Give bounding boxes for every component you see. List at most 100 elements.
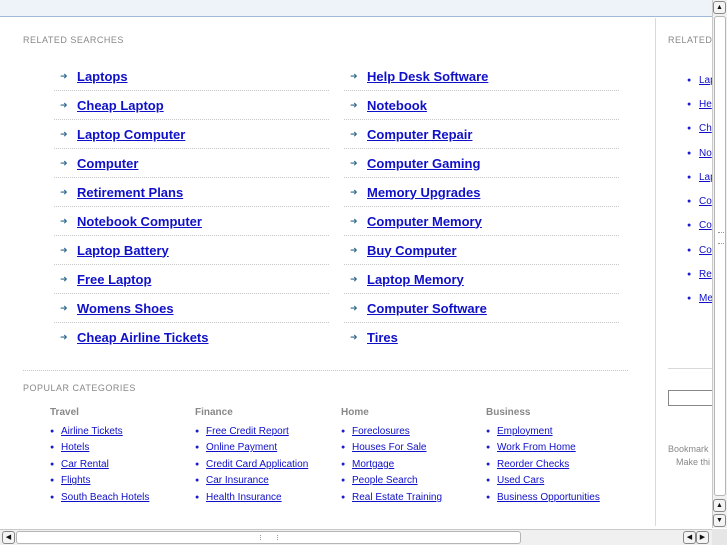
related-search-link[interactable]: Buy Computer [367,243,457,258]
arrow-down-icon: ▼ [716,517,723,524]
sidebar-item: ● Co [687,238,712,262]
scroll-right-button[interactable]: ▶ [696,531,709,544]
related-search-item: ➜ Computer Repair [344,120,619,149]
related-search-link[interactable]: Computer Repair [367,127,472,142]
sidebar-link[interactable]: Co [699,220,712,231]
category-link[interactable]: Car Rental [61,459,109,470]
bullet-icon: ● [50,477,55,485]
arrow-up-icon: ▲ [716,4,723,11]
sidebar-list: ● Lap ● He ● Ch ● No ● Lap ● Co ● Co ● Co ● Re ● M… [687,68,712,311]
category-link[interactable]: Airline Tickets [61,426,123,437]
sidebar-link[interactable]: Lap [699,172,712,183]
scroll-left-button[interactable]: ◀ [2,531,15,544]
related-search-link[interactable]: Free Laptop [77,272,151,287]
category-link[interactable]: Reorder Checks [497,459,569,470]
scroll-up-button-secondary[interactable]: ▲ [713,499,726,512]
bullet-icon: ● [687,295,692,303]
related-search-item: ➜ Notebook [344,91,619,120]
related-search-link[interactable]: Laptop Computer [77,127,185,142]
related-search-item: ➜ Cheap Laptop [54,91,329,120]
category-link[interactable]: Car Insurance [206,475,269,486]
sidebar-link[interactable]: Ch [699,123,712,134]
related-search-link[interactable]: Computer Gaming [367,156,480,171]
arrow-right-icon: ➜ [60,215,68,226]
related-searches-left-column: ➜ Laptops ➜ Cheap Laptop ➜ Laptop Computer … [54,62,329,352]
category-link[interactable]: People Search [352,475,418,486]
sidebar-item: ● Me [687,287,712,311]
category-heading: Business [486,407,531,418]
arrow-right-icon: ➜ [60,186,68,197]
category-group-finance: Finance ● Free Credit Report ● Online Paym… [195,407,340,506]
related-search-link[interactable]: Computer Software [367,301,487,316]
category-link[interactable]: Houses For Sale [352,442,426,453]
bookmark-text[interactable]: Bookmark [668,444,709,454]
sidebar-link[interactable]: Co [699,245,712,256]
category-link[interactable]: Hotels [61,442,89,453]
arrow-right-icon: ➜ [350,157,358,168]
related-search-link[interactable]: Womens Shoes [77,301,174,316]
related-search-link[interactable]: Laptop Battery [77,243,169,258]
related-search-link[interactable]: Memory Upgrades [367,185,480,200]
related-search-link[interactable]: Notebook [367,98,427,113]
vertical-scrollbar[interactable]: ▲ ▲ ▼ [712,0,727,528]
horizontal-scrollbar[interactable]: ◀ ◀ ▶ [0,529,712,545]
sidebar-link[interactable]: Co [699,196,712,207]
horizontal-scroll-thumb[interactable] [16,531,521,544]
arrow-right-icon: ➜ [60,302,68,313]
related-search-item: ➜ Computer [54,149,329,178]
related-search-link[interactable]: Computer Memory [367,214,482,229]
category-link[interactable]: Used Cars [497,475,544,486]
arrow-right-icon: ➜ [350,186,358,197]
sidebar-link[interactable]: Me [699,293,712,304]
sidebar-link[interactable]: No [699,148,712,159]
category-item: ● Airline Tickets [50,423,195,440]
category-item: ● Flights [50,473,195,490]
scroll-left-button-secondary[interactable]: ◀ [683,531,696,544]
sidebar-item: ● Co [687,189,712,213]
sidebar-item: ● He [687,92,712,116]
make-homepage-text[interactable]: Make thi [676,457,710,467]
top-bar [0,0,712,17]
category-link[interactable]: Work From Home [497,442,576,453]
sidebar-link[interactable]: Re [699,269,712,280]
grip-icon [718,232,724,244]
category-link[interactable]: Business Opportunities [497,492,600,503]
bullet-icon: ● [195,427,200,435]
related-search-link[interactable]: Help Desk Software [367,69,488,84]
bullet-icon: ● [687,246,692,254]
category-link[interactable]: Credit Card Application [206,459,308,470]
sidebar-divider [668,368,712,369]
category-link[interactable]: Flights [61,475,90,486]
related-search-link[interactable]: Laptop Memory [367,272,464,287]
category-link[interactable]: Foreclosures [352,426,410,437]
category-link[interactable]: Health Insurance [206,492,282,503]
bullet-icon: ● [50,460,55,468]
sidebar-link[interactable]: Lap [699,75,712,86]
arrow-right-icon: ➜ [60,244,68,255]
sidebar-link[interactable]: He [699,99,712,110]
related-search-link[interactable]: Computer [77,156,138,171]
related-search-item: ➜ Laptop Battery [54,236,329,265]
bullet-icon: ● [195,444,200,452]
scroll-up-button[interactable]: ▲ [713,1,726,14]
category-item: ● Work From Home [486,440,631,457]
related-search-link[interactable]: Retirement Plans [77,185,183,200]
arrow-right-icon: ➜ [60,99,68,110]
category-link[interactable]: Employment [497,426,553,437]
category-link[interactable]: South Beach Hotels [61,492,149,503]
bullet-icon: ● [341,460,346,468]
arrow-left-icon: ◀ [686,534,693,541]
related-search-link[interactable]: Cheap Airline Tickets [77,330,209,345]
sidebar-search-input[interactable] [668,390,712,406]
related-search-link[interactable]: Tires [367,330,398,345]
vertical-scroll-thumb[interactable] [714,16,726,496]
bullet-icon: ● [195,460,200,468]
category-link[interactable]: Online Payment [206,442,277,453]
category-link[interactable]: Mortgage [352,459,394,470]
scroll-down-button[interactable]: ▼ [713,514,726,527]
related-search-link[interactable]: Notebook Computer [77,214,202,229]
category-link[interactable]: Free Credit Report [206,426,289,437]
category-link[interactable]: Real Estate Training [352,492,442,503]
related-search-link[interactable]: Cheap Laptop [77,98,164,113]
related-search-link[interactable]: Laptops [77,69,128,84]
